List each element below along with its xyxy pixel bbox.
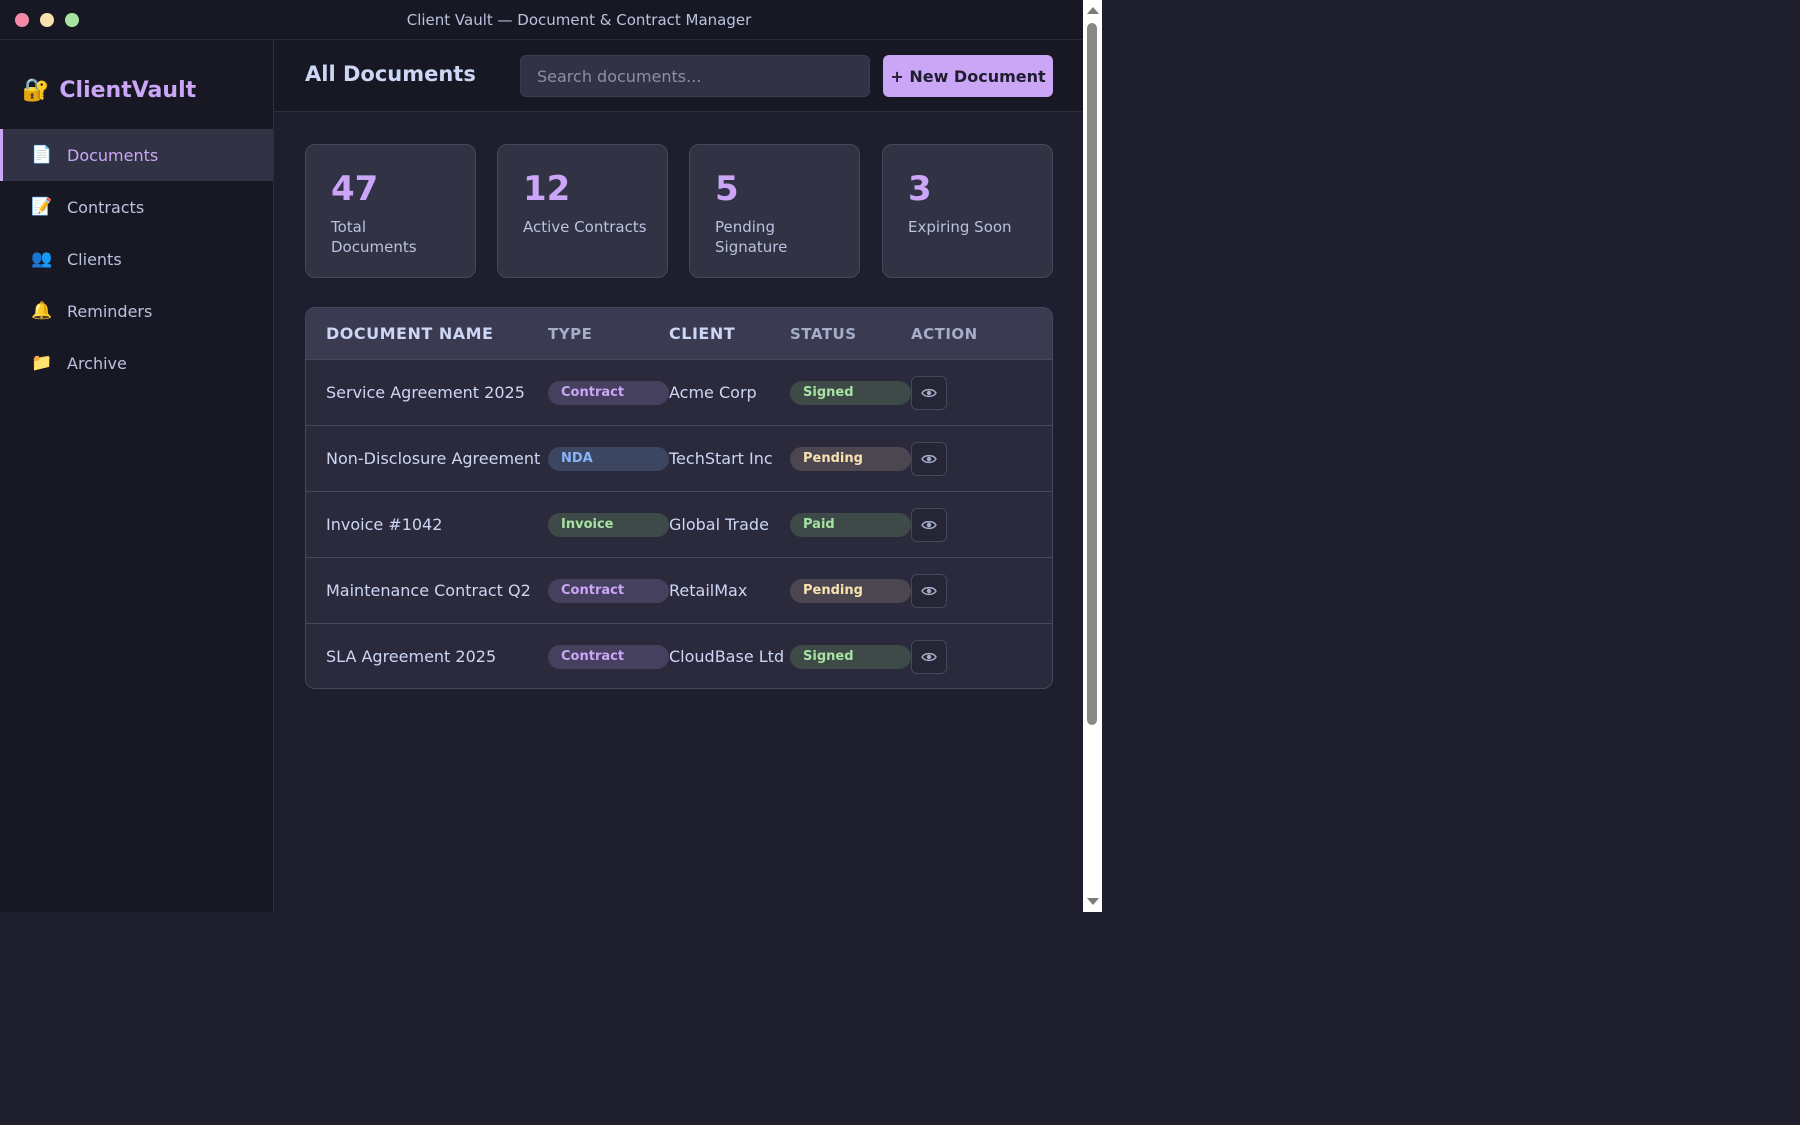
sidebar-item-documents[interactable]: 📄 Documents <box>0 129 273 181</box>
client-name: Global Trade <box>669 515 769 534</box>
documents-table: DOCUMENT NAME TYPE CLIENT STATUS ACTION … <box>305 307 1053 689</box>
page-title: All Documents <box>305 62 476 86</box>
status-badge: Signed <box>790 380 911 405</box>
eye-icon <box>921 454 937 463</box>
stat-label: Active Contracts <box>523 218 647 236</box>
stat-card-expiring-soon: 3 Expiring Soon <box>882 144 1053 278</box>
stat-value: 12 <box>523 169 571 209</box>
type-badge: Contract <box>548 380 669 405</box>
document-icon: 📄 <box>31 145 53 165</box>
column-header-status[interactable]: STATUS <box>790 325 911 343</box>
status-badge: Paid <box>790 512 911 537</box>
sidebar-item-clients[interactable]: 👥 Clients <box>0 233 273 285</box>
table-row[interactable]: Service Agreement 2025 Contract Acme Cor… <box>306 359 1052 425</box>
stat-card-active-contracts: 12 Active Contracts <box>497 144 668 278</box>
stat-label: Pending Signature <box>715 218 788 256</box>
search-input[interactable] <box>520 55 870 97</box>
document-name: Service Agreement 2025 <box>326 383 525 402</box>
column-header-document-name[interactable]: DOCUMENT NAME <box>306 324 548 343</box>
sidebar-item-contracts[interactable]: 📝 Contracts <box>0 181 273 233</box>
table-row[interactable]: Maintenance Contract Q2 Contract RetailM… <box>306 557 1052 623</box>
scroll-down-arrow-icon[interactable] <box>1087 898 1099 905</box>
document-name: Invoice #1042 <box>326 515 443 534</box>
view-document-button[interactable] <box>911 573 947 608</box>
table-row[interactable]: Non-Disclosure Agreement NDA TechStart I… <box>306 425 1052 491</box>
status-badge: Pending <box>790 578 911 603</box>
type-badge: Contract <box>548 578 669 603</box>
stats-row: 47 Total Documents 12 Active Contracts 5… <box>305 144 1053 278</box>
brand: 🔐 ClientVault <box>22 72 196 108</box>
new-document-button[interactable]: + New Document <box>883 55 1053 97</box>
column-header-client[interactable]: CLIENT <box>669 324 790 343</box>
memo-icon: 📝 <box>31 197 53 217</box>
stat-value: 47 <box>331 169 379 209</box>
app-window: Client Vault — Document & Contract Manag… <box>0 0 1083 912</box>
stat-card-total-documents: 47 Total Documents <box>305 144 476 278</box>
sidebar-nav: 📄 Documents 📝 Contracts 👥 Clients 🔔 Remi… <box>0 129 273 389</box>
lock-icon: 🔐 <box>22 77 50 103</box>
sidebar-item-archive[interactable]: 📁 Archive <box>0 337 273 389</box>
stat-value: 3 <box>908 169 932 209</box>
title-bar: Client Vault — Document & Contract Manag… <box>0 0 1083 40</box>
table-header: DOCUMENT NAME TYPE CLIENT STATUS ACTION <box>306 308 1052 359</box>
vertical-scrollbar[interactable] <box>1083 0 1102 912</box>
client-name: TechStart Inc <box>669 449 773 468</box>
stat-value: 5 <box>715 169 739 209</box>
sidebar-item-label: Reminders <box>67 301 153 321</box>
eye-icon <box>921 652 937 661</box>
status-badge: Pending <box>790 446 911 471</box>
scrollbar-thumb[interactable] <box>1087 23 1097 725</box>
eye-icon <box>921 388 937 397</box>
view-document-button[interactable] <box>911 375 947 410</box>
view-document-button[interactable] <box>911 639 947 674</box>
client-name: Acme Corp <box>669 383 757 402</box>
document-name: Non-Disclosure Agreement <box>326 449 541 468</box>
eye-icon <box>921 586 937 595</box>
sidebar-item-label: Contracts <box>67 197 145 217</box>
sidebar-item-label: Clients <box>67 249 122 269</box>
stat-card-pending-signature: 5 Pending Signature <box>689 144 860 278</box>
status-badge: Signed <box>790 644 911 669</box>
document-name: Maintenance Contract Q2 <box>326 581 531 600</box>
top-bar: All Documents + New Document <box>274 40 1083 112</box>
sidebar-item-label: Documents <box>67 145 159 165</box>
view-document-button[interactable] <box>911 441 947 476</box>
stat-label: Expiring Soon <box>908 218 1012 236</box>
scroll-up-arrow-icon[interactable] <box>1087 7 1099 14</box>
brand-name: ClientVault <box>59 77 197 103</box>
table-row[interactable]: SLA Agreement 2025 Contract CloudBase Lt… <box>306 623 1052 688</box>
column-header-action: ACTION <box>911 324 978 343</box>
eye-icon <box>921 520 937 529</box>
client-name: CloudBase Ltd <box>669 647 785 666</box>
stat-label: Total Documents <box>331 218 417 256</box>
sidebar: 🔐 ClientVault 📄 Documents 📝 Contracts 👥 … <box>0 40 274 912</box>
table-row[interactable]: Invoice #1042 Invoice Global Trade Paid <box>306 491 1052 557</box>
view-document-button[interactable] <box>911 507 947 542</box>
column-header-type[interactable]: TYPE <box>548 325 669 343</box>
client-name: RetailMax <box>669 581 748 600</box>
type-badge: Invoice <box>548 512 669 537</box>
type-badge: NDA <box>548 446 669 471</box>
sidebar-item-reminders[interactable]: 🔔 Reminders <box>0 285 273 337</box>
bell-icon: 🔔 <box>31 301 53 321</box>
sidebar-item-label: Archive <box>67 353 127 373</box>
document-name: SLA Agreement 2025 <box>326 647 497 666</box>
folder-icon: 📁 <box>31 353 53 373</box>
window-title: Client Vault — Document & Contract Manag… <box>406 11 752 29</box>
main-content: All Documents + New Document 47 Total Do… <box>274 40 1083 912</box>
users-icon: 👥 <box>31 249 53 269</box>
type-badge: Contract <box>548 644 669 669</box>
